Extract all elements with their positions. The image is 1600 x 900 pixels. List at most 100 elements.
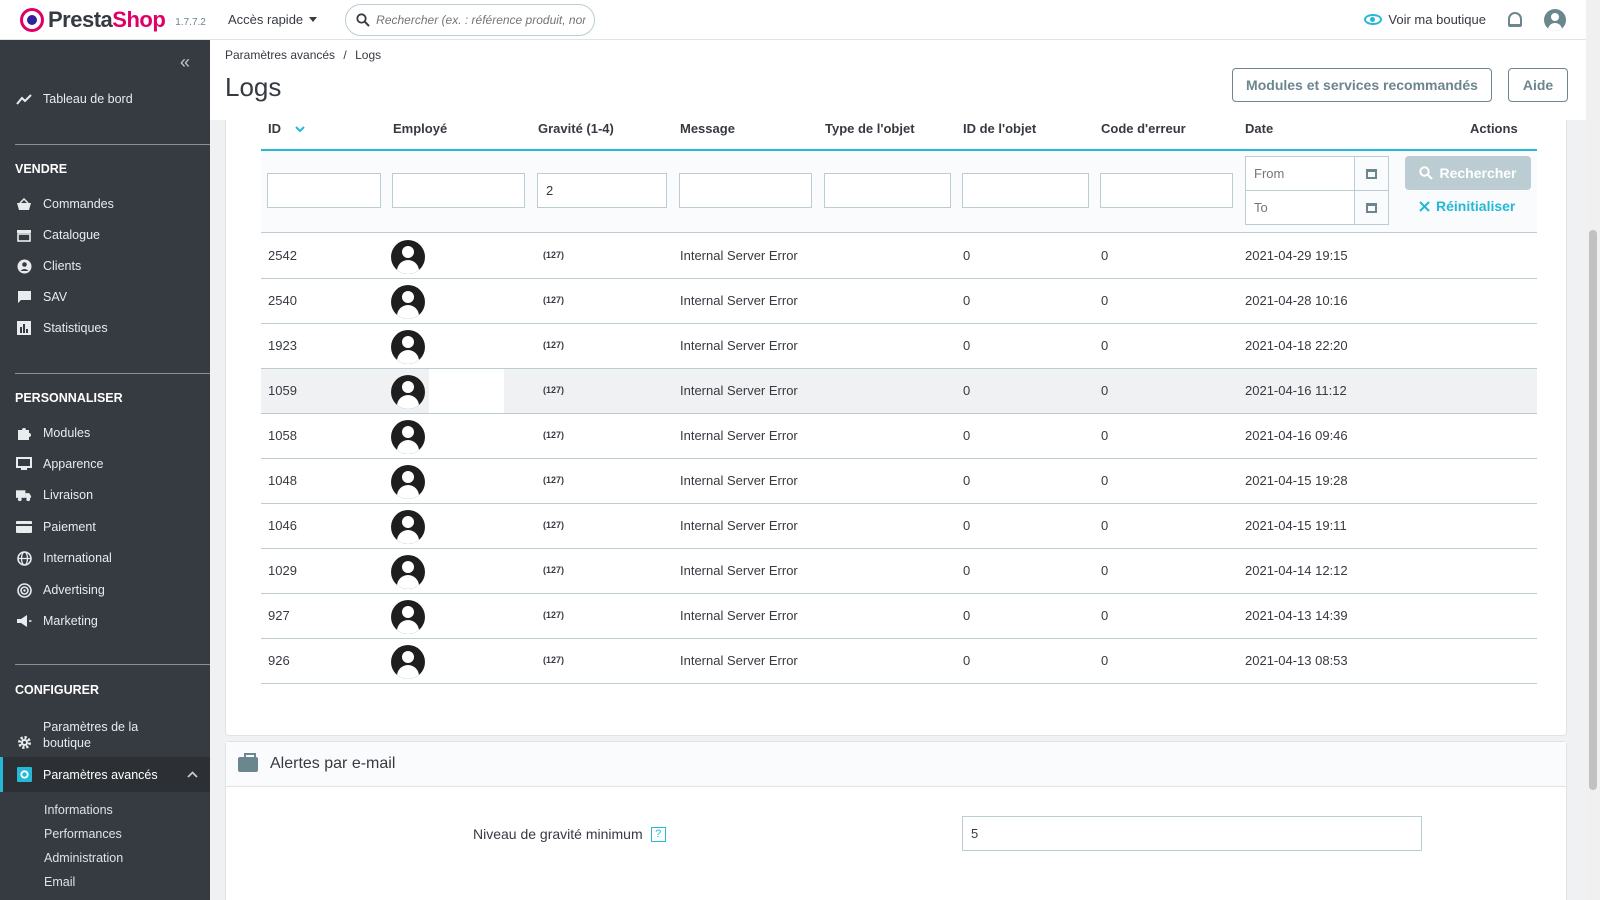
min-severity-input[interactable] (962, 816, 1422, 851)
sidebar-item-catalog[interactable]: Catalogue (0, 228, 210, 242)
employee-cell (429, 369, 504, 413)
sidebar-item-international[interactable]: International (0, 550, 210, 566)
filter-id-input[interactable] (267, 173, 381, 208)
cell-id: 927 (268, 608, 290, 623)
table-row[interactable]: 1059 (127) Internal Server Error 0 0 2021-04-… (261, 369, 1537, 414)
reset-button[interactable]: Réinitialiser (1419, 198, 1515, 214)
column-header-label: ID (268, 121, 281, 136)
header-search[interactable] (345, 3, 596, 36)
table-row[interactable]: 1046 (127) Internal Server Error 0 0 2021-04-… (261, 504, 1537, 549)
subnav-item-administration[interactable]: Administration (44, 851, 123, 865)
briefcase-icon (238, 752, 258, 772)
section-title-customize: PERSONNALISER (15, 391, 123, 405)
cell-date: 2021-04-18 22:20 (1245, 338, 1348, 353)
column-header-employee[interactable]: Employé (393, 121, 447, 136)
column-header-message[interactable]: Message (680, 121, 735, 136)
column-header-severity[interactable]: Gravité (1-4) (538, 121, 614, 136)
filter-date-to-input[interactable] (1245, 190, 1355, 225)
employee-avatar (391, 600, 425, 634)
page-scrollbar[interactable] (1586, 0, 1600, 900)
column-header-id[interactable]: ID (268, 121, 305, 136)
scrollbar-thumb[interactable] (1589, 230, 1597, 790)
table-row[interactable]: 1048 (127) Internal Server Error 0 0 2021-04-… (261, 459, 1537, 504)
filter-object-id-input[interactable] (962, 173, 1089, 208)
breadcrumb-parent[interactable]: Paramètres avancés (225, 48, 335, 62)
truck-icon (16, 488, 32, 502)
cell-date: 2021-04-16 09:46 (1245, 428, 1348, 443)
subnav-item-email[interactable]: Email (44, 875, 75, 889)
cell-object-id: 0 (963, 608, 971, 623)
sidebar-item-dashboard[interactable]: Tableau de bord (0, 92, 210, 106)
filter-object-type-input[interactable] (824, 173, 951, 208)
table-row[interactable]: 2540 (127) Internal Server Error 0 0 2021-04-… (261, 279, 1537, 324)
view-shop-link[interactable]: Voir ma boutique (1364, 12, 1486, 27)
cell-object-id: 0 (963, 518, 971, 533)
filter-error-code-input[interactable] (1100, 173, 1233, 208)
sidebar-item-modules[interactable]: Modules (0, 426, 210, 440)
cell-date: 2021-04-15 19:11 (1245, 518, 1347, 533)
filter-date-from-input[interactable] (1245, 156, 1355, 191)
help-icon[interactable]: ? (650, 826, 666, 842)
filter-severity-input[interactable] (537, 173, 667, 208)
help-button[interactable]: Aide (1508, 68, 1568, 102)
quick-access-menu[interactable]: Accès rapide (228, 12, 318, 27)
date-from-picker-button[interactable] (1354, 156, 1389, 191)
severity-badge: (127) (543, 250, 565, 260)
chevron-up-icon[interactable] (187, 771, 198, 778)
filter-employee-input[interactable] (392, 173, 525, 208)
notifications-bell-icon[interactable] (1508, 12, 1522, 27)
sidebar-item-payment[interactable]: Paiement (0, 520, 210, 534)
column-header-date[interactable]: Date (1245, 121, 1273, 136)
table-row[interactable]: 1058 (127) Internal Server Error 0 0 2021-04-… (261, 414, 1537, 459)
eye-icon (1364, 14, 1383, 25)
min-severity-label: Niveau de gravité minimum ? (473, 826, 666, 842)
cell-object-id: 0 (963, 248, 971, 263)
page-header: Paramètres avancés / Logs Logs Modules e… (210, 40, 1586, 120)
sidebar-item-advertising[interactable]: Advertising (0, 582, 210, 598)
store-icon (16, 228, 32, 242)
column-header-error-code[interactable]: Code d'erreur (1101, 121, 1186, 136)
search-input[interactable] (376, 12, 587, 27)
sidebar-item-orders[interactable]: Commandes (0, 197, 210, 211)
sidebar-item-shipping[interactable]: Livraison (0, 488, 210, 502)
severity-badge: (127) (543, 385, 565, 395)
recommended-modules-button[interactable]: Modules et services recommandés (1232, 68, 1492, 102)
table-row[interactable]: 1029 (127) Internal Server Error 0 0 2021-04-… (261, 549, 1537, 594)
subnav-item-performances[interactable]: Performances (44, 827, 122, 841)
sidebar-item-statistics[interactable]: Statistiques (0, 321, 210, 335)
table-row[interactable]: 1923 (127) Internal Server Error 0 0 2021-04-… (261, 324, 1537, 369)
column-header-object-type[interactable]: Type de l'objet (825, 121, 915, 136)
sidebar-item-customers[interactable]: Clients (0, 259, 210, 273)
sidebar-item-sav[interactable]: SAV (0, 290, 210, 304)
search-button[interactable]: Rechercher (1405, 156, 1531, 190)
subnav-item-informations[interactable]: Informations (44, 803, 113, 817)
severity-badge: (127) (543, 520, 565, 530)
table-row[interactable]: 927 (127) Internal Server Error 0 0 2021-04-1… (261, 594, 1537, 639)
column-header-object-id[interactable]: ID de l'objet (963, 121, 1036, 136)
table-row[interactable]: 926 (127) Internal Server Error 0 0 2021-04-1… (261, 639, 1537, 684)
brand-name: PrestaShop (48, 7, 166, 33)
account-circle-icon (16, 259, 32, 273)
cell-message: Internal Server Error (680, 428, 798, 443)
cell-id: 1923 (268, 338, 297, 353)
sidebar-item-shop-parameters[interactable]: Paramètres de la boutique (0, 719, 210, 751)
brand-logo[interactable]: PrestaShop 1.7.7.2 (0, 7, 216, 33)
employee-avatar (391, 375, 425, 409)
date-to-picker-button[interactable] (1354, 190, 1389, 225)
trending-up-icon (16, 92, 32, 106)
sort-desc-icon[interactable] (294, 126, 305, 133)
sidebar-item-label: Paramètres avancés (43, 767, 158, 782)
collapse-sidebar-icon[interactable]: « (180, 52, 190, 73)
sidebar-item-marketing[interactable]: Marketing (0, 614, 210, 628)
sidebar-item-appearance[interactable]: Apparence (0, 457, 210, 471)
sidebar-item-label: Marketing (43, 614, 98, 628)
search-icon (356, 12, 370, 27)
shopping-basket-icon (16, 197, 32, 211)
table-row[interactable]: 2542 (127) Internal Server Error 0 0 2021-04-… (261, 234, 1537, 279)
cell-date: 2021-04-13 08:53 (1245, 653, 1348, 668)
sidebar-item-advanced-parameters[interactable]: Paramètres avancés (0, 757, 210, 792)
megaphone-icon (16, 614, 32, 628)
user-account-icon[interactable] (1544, 8, 1566, 31)
filter-message-input[interactable] (679, 173, 812, 208)
logs-panel: ID Employé Gravité (1-4) Message Type de… (225, 110, 1567, 736)
